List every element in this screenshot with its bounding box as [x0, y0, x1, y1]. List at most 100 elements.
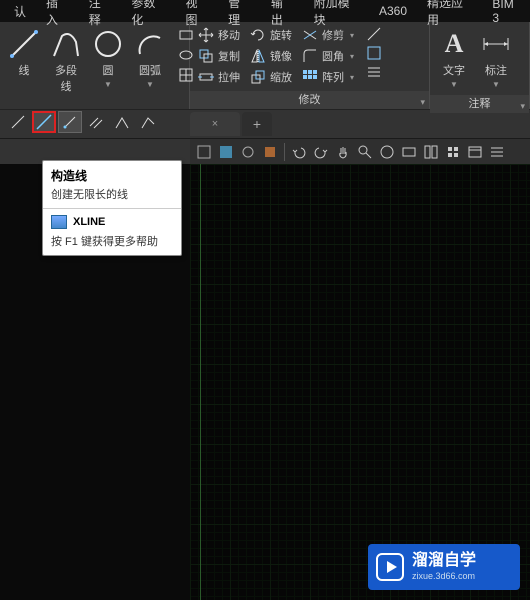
tool-text-label: 文字 — [443, 62, 465, 78]
dimension-icon — [480, 28, 512, 60]
wt-undo[interactable] — [289, 142, 309, 162]
tool-move[interactable]: 移动 — [196, 26, 242, 44]
fillet-icon — [302, 48, 318, 64]
rotate-icon — [250, 27, 266, 43]
flyout-line[interactable] — [6, 111, 30, 133]
copy-icon — [198, 48, 214, 64]
trim-icon — [302, 27, 318, 43]
wt-pan[interactable] — [333, 142, 353, 162]
close-icon[interactable]: × — [212, 118, 218, 130]
tool-copy[interactable]: 复制 — [196, 47, 242, 65]
tool-mirror-label: 镜像 — [270, 48, 292, 64]
misc-tool-3[interactable] — [366, 64, 382, 80]
drawing-grid — [190, 164, 530, 600]
wt-3[interactable] — [238, 142, 258, 162]
flyout-ray[interactable] — [58, 111, 82, 133]
menu-tab-a360[interactable]: A360 — [369, 1, 417, 21]
wt-4[interactable] — [260, 142, 280, 162]
panel-draw: 线 多段线 圆 ▼ 圆弧 ▼ — [0, 22, 190, 109]
document-tab-active[interactable]: × — [190, 112, 240, 136]
misc-tool-1[interactable] — [366, 26, 382, 42]
document-tabs: × + — [190, 110, 274, 136]
tool-text[interactable]: A 文字 ▼ — [436, 26, 472, 91]
tool-polyline[interactable]: 多段线 — [48, 26, 84, 96]
axis-y — [200, 164, 201, 600]
panel-modify-title[interactable]: 修改▾ — [190, 91, 429, 109]
watermark-name: 溜溜自学 — [412, 553, 476, 569]
scale-icon — [250, 69, 266, 85]
tooltip-title: 构造线 — [51, 167, 173, 184]
wt-6[interactable] — [355, 142, 375, 162]
chevron-down-icon: ▾ — [520, 97, 525, 115]
chevron-down-icon: ▼ — [492, 80, 500, 89]
ribbon: 线 多段线 圆 ▼ 圆弧 ▼ — [0, 22, 530, 110]
tool-rotate[interactable]: 旋转 — [248, 26, 294, 44]
menu-tab-default[interactable]: 认 — [4, 0, 36, 23]
flyout-angle1[interactable] — [110, 111, 134, 133]
watermark-url: zixue.3d66.com — [412, 571, 476, 581]
flyout-xline[interactable] — [32, 111, 56, 133]
wt-8[interactable] — [399, 142, 419, 162]
wt-9[interactable] — [421, 142, 441, 162]
wt-10[interactable] — [443, 142, 463, 162]
tool-fillet[interactable]: 圆角 ▾ — [300, 47, 356, 65]
tool-rotate-label: 旋转 — [270, 27, 292, 43]
tool-arc[interactable]: 圆弧 ▼ — [132, 26, 168, 91]
watermark: 溜溜自学 zixue.3d66.com — [368, 544, 520, 590]
xline-cmd-icon — [51, 215, 67, 229]
tooltip-xline: 构造线 创建无限长的线 XLINE 按 F1 键获得更多帮助 — [42, 160, 182, 256]
chevron-down-icon: ▼ — [146, 80, 154, 89]
wt-11[interactable] — [465, 142, 485, 162]
tool-scale[interactable]: 缩放 — [248, 68, 294, 86]
tool-scale-label: 缩放 — [270, 69, 292, 85]
chevron-down-icon: ▾ — [350, 52, 354, 61]
plus-icon: + — [253, 116, 261, 132]
panel-modify: 移动 复制 拉伸 旋转 镜像 缩放 修剪▾ 圆角 ▾ 阵列 ▾ 修改▾ — [190, 22, 430, 109]
tool-array-label: 阵列 — [322, 69, 344, 85]
tool-fillet-label: 圆角 — [322, 48, 344, 64]
tool-circle-label: 圆 — [103, 62, 114, 78]
tool-copy-label: 复制 — [218, 48, 240, 64]
tool-mirror[interactable]: 镜像 — [248, 47, 294, 65]
tool-array[interactable]: 阵列 ▾ — [300, 68, 356, 86]
document-tab-new[interactable]: + — [242, 112, 272, 136]
chevron-down-icon: ▾ — [350, 73, 354, 82]
tool-polyline-label: 多段线 — [50, 62, 82, 94]
stretch-icon — [198, 69, 214, 85]
wt-12[interactable] — [487, 142, 507, 162]
tool-stretch-label: 拉伸 — [218, 69, 240, 85]
misc-tool-2[interactable] — [366, 45, 382, 61]
tool-trim[interactable]: 修剪▾ — [300, 26, 356, 44]
circle-icon — [92, 28, 124, 60]
tool-arc-label: 圆弧 — [139, 62, 161, 78]
flyout-multiline[interactable] — [84, 111, 108, 133]
wt-2[interactable] — [216, 142, 236, 162]
mirror-icon — [250, 48, 266, 64]
tool-dimension[interactable]: 标注 ▼ — [478, 26, 514, 91]
panel-annotation-title[interactable]: 注释▾ — [430, 95, 529, 113]
tool-line[interactable]: 线 — [6, 26, 42, 80]
flyout-angle2[interactable] — [136, 111, 160, 133]
wt-7[interactable] — [377, 142, 397, 162]
chevron-down-icon: ▾ — [350, 31, 354, 40]
chevron-down-icon: ▾ — [420, 93, 425, 111]
tool-dimension-label: 标注 — [485, 62, 507, 78]
tooltip-command: XLINE — [73, 216, 105, 228]
tool-line-label: 线 — [19, 62, 30, 78]
chevron-down-icon: ▼ — [104, 80, 112, 89]
move-icon — [198, 27, 214, 43]
play-icon — [376, 553, 404, 581]
menubar: 认 插入 注释 参数化 视图 管理 输出 附加模块 A360 精选应用 BIM … — [0, 0, 530, 22]
wt-redo[interactable] — [311, 142, 331, 162]
tool-stretch[interactable]: 拉伸 — [196, 68, 242, 86]
polyline-icon — [50, 28, 82, 60]
chevron-down-icon: ▼ — [450, 80, 458, 89]
tooltip-desc: 创建无限长的线 — [51, 186, 173, 202]
array-icon — [302, 69, 318, 85]
wt-1[interactable] — [194, 142, 214, 162]
line-icon — [8, 28, 40, 60]
tool-circle[interactable]: 圆 ▼ — [90, 26, 126, 91]
panel-annotation: A 文字 ▼ 标注 ▼ 注释▾ — [430, 22, 530, 109]
arc-icon — [134, 28, 166, 60]
tool-move-label: 移动 — [218, 27, 240, 43]
